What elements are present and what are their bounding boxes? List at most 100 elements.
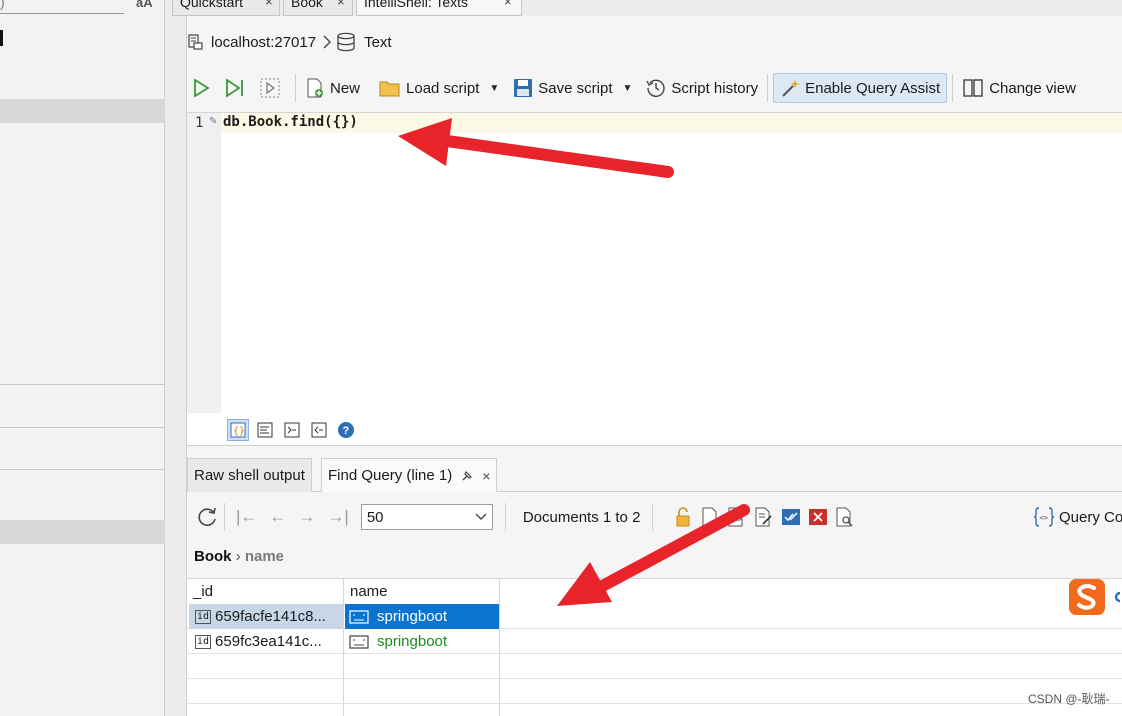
next-page-icon[interactable]: → [298, 507, 315, 527]
new-button[interactable]: New [301, 73, 364, 103]
table-row[interactable]: id 659facfe141c8... springboot [187, 604, 1122, 629]
breadcrumb-connection[interactable]: localhost:27017 [211, 34, 316, 51]
cell-id[interactable]: id 659fc3ea141c... [189, 629, 343, 654]
edit-pencil-icon: ✎ [209, 116, 218, 127]
tab-quickstart[interactable]: Quickstart × [172, 0, 280, 16]
page-size-select[interactable]: 50 [360, 504, 493, 530]
enable-query-assist-button[interactable]: Enable Query Assist [773, 73, 948, 103]
load-script-dropdown-icon[interactable]: ▼ [489, 83, 499, 94]
column-header-name[interactable]: name [344, 579, 500, 604]
new-document-icon [307, 78, 323, 98]
result-toolbar: |← ← → →| 50 Documents 1 to 2 <> <> Quer… [187, 500, 1122, 534]
cell-name[interactable]: springboot [345, 629, 499, 654]
result-tabs: Raw shell output Find Query (line 1) × [187, 458, 1122, 492]
run-current-button[interactable] [220, 73, 255, 103]
toolbar-separator [952, 74, 954, 102]
tab-label: Find Query (line 1) [328, 467, 453, 484]
outdent-button[interactable] [308, 419, 330, 441]
toolbar-separator [652, 503, 654, 531]
table-row-empty [187, 654, 1122, 679]
edit-json-button[interactable]: <> [726, 506, 748, 528]
result-breadcrumb-field[interactable]: name [245, 548, 284, 565]
result-breadcrumb-collection[interactable]: Book [194, 548, 232, 565]
script-editor[interactable]: 1 ✎ db.Book.find({}) {} ? [187, 112, 1122, 446]
save-script-label: Save script [538, 79, 613, 97]
app-window: ) aA Quickstart × Book × IntelliShell: T… [0, 0, 1122, 716]
validate-button[interactable] [780, 506, 802, 528]
sidebar-section-header[interactable] [0, 520, 165, 544]
first-page-icon[interactable]: |← [236, 507, 257, 527]
autocomplete-button[interactable]: {} [227, 419, 249, 441]
toolbar-gap [369, 74, 370, 102]
string-type-icon [349, 634, 369, 649]
editor-code[interactable]: db.Book.find({}) [223, 114, 358, 130]
indent-button[interactable] [281, 419, 303, 441]
tab-close-icon[interactable]: × [265, 0, 273, 9]
tab-intellishell[interactable]: IntelliShell: Texts × [356, 0, 522, 16]
ime-logo-icon[interactable] [1068, 577, 1122, 617]
refresh-icon[interactable] [195, 505, 219, 529]
pin-icon[interactable] [460, 469, 474, 483]
previous-page-icon[interactable]: ← [269, 507, 286, 527]
unlock-icon [676, 507, 690, 527]
chevron-right-icon: › [235, 548, 245, 565]
toolbar-separator [295, 74, 296, 102]
script-history-label: Script history [671, 79, 759, 97]
script-history-button[interactable]: Script history [642, 73, 762, 103]
tab-book[interactable]: Book × [283, 0, 353, 16]
cell-name[interactable]: springboot [345, 604, 499, 629]
sidebar-divider [0, 384, 165, 385]
toolbar-separator [767, 74, 769, 102]
save-script-dropdown-icon[interactable]: ▼ [623, 83, 633, 94]
unlock-button[interactable] [672, 506, 694, 528]
tab-close-icon[interactable]: × [337, 0, 345, 9]
add-document-button[interactable] [699, 506, 721, 528]
tab-label: Book [291, 0, 323, 10]
svg-text:{}: {} [233, 426, 245, 437]
intellishell-panel: localhost:27017 Text New Load script ▼ S… [186, 16, 1122, 716]
history-icon [646, 79, 666, 97]
help-button[interactable]: ? [335, 419, 357, 441]
run-selection-button[interactable] [255, 73, 290, 103]
last-page-icon[interactable]: →| [327, 507, 348, 527]
outdent-icon [311, 422, 327, 438]
document-search-icon [836, 507, 853, 527]
column-header-id[interactable]: _id [187, 579, 344, 604]
tab-close-icon[interactable]: × [482, 468, 490, 484]
tab-raw-shell-output[interactable]: Raw shell output [187, 458, 312, 492]
run-button[interactable] [187, 73, 220, 103]
format-button[interactable] [254, 419, 276, 441]
database-icon [337, 32, 355, 52]
editor-mini-toolbar: {} ? [227, 418, 357, 442]
breadcrumb-database[interactable]: Text [364, 34, 392, 51]
format-lines-icon [257, 422, 273, 438]
main-area: Quickstart × Book × IntelliShell: Texts … [172, 0, 1122, 716]
delete-document-button[interactable] [807, 506, 829, 528]
tab-close-icon[interactable]: × [504, 0, 512, 9]
indent-icon [284, 422, 300, 438]
cell-id-value: 659facfe141c8... [215, 608, 326, 625]
tab-find-query[interactable]: Find Query (line 1) × [321, 458, 498, 492]
page-size-value: 50 [366, 508, 384, 526]
result-table: _id name id 659facfe141c8... springboot … [187, 578, 1122, 716]
breadcrumb: localhost:27017 Text [187, 30, 392, 54]
play-step-icon [226, 78, 243, 98]
sidebar-search-text: ) [0, 0, 5, 10]
cell-id-value: 659fc3ea141c... [215, 633, 322, 650]
sidebar-search-input[interactable]: ) [0, 0, 124, 14]
table-row[interactable]: id 659fc3ea141c... springboot [187, 629, 1122, 654]
tab-label: Quickstart [180, 0, 244, 10]
change-view-button[interactable]: Change view [958, 73, 1080, 103]
svg-text:?: ? [343, 425, 350, 437]
autocomplete-icon: {} [230, 422, 246, 438]
query-document-button[interactable] [834, 506, 856, 528]
magic-wand-icon [782, 79, 801, 97]
result-actions: <> [672, 506, 856, 528]
cell-id[interactable]: id 659facfe141c8... [189, 604, 343, 629]
font-toggle-button[interactable]: aA [136, 0, 153, 10]
edit-document-button[interactable] [753, 506, 775, 528]
save-script-button[interactable]: Save script [509, 73, 616, 103]
sidebar-section-header[interactable] [0, 99, 165, 123]
query-code-button[interactable]: <> Query Co [1033, 500, 1122, 534]
load-script-button[interactable]: Load script [375, 73, 483, 103]
